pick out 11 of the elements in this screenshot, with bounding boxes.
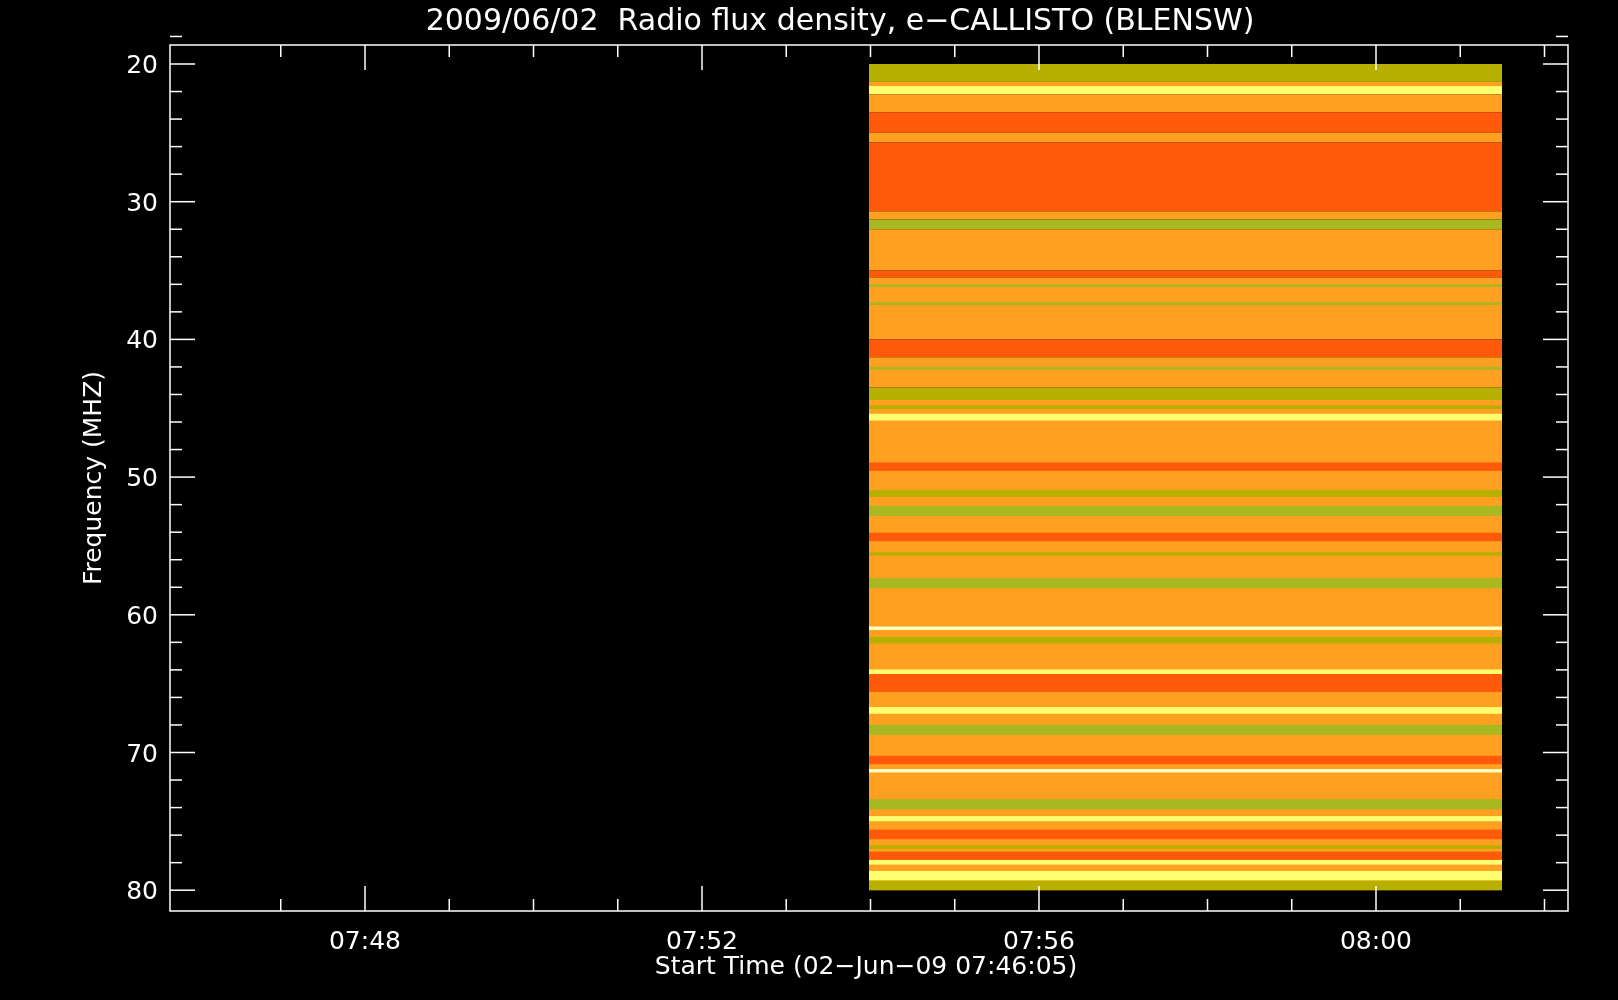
y-axis-label: Frequency (MHZ) [78,370,107,586]
plot-title: 2009/06/02 Radio flux density, e−CALLISTO (BLENSW) [425,2,1255,37]
y-tick-label: 40 [126,325,158,355]
y-tick-label: 80 [126,876,158,906]
y-tick-label: 50 [126,463,158,493]
y-tick-label: 60 [126,600,158,630]
y-tick-label: 70 [126,738,158,768]
y-tick-label: 20 [126,50,158,79]
x-tick-label: 08:00 [1340,926,1412,955]
y-tick-label: 30 [126,187,158,217]
x-tick-label: 07:48 [329,926,401,955]
